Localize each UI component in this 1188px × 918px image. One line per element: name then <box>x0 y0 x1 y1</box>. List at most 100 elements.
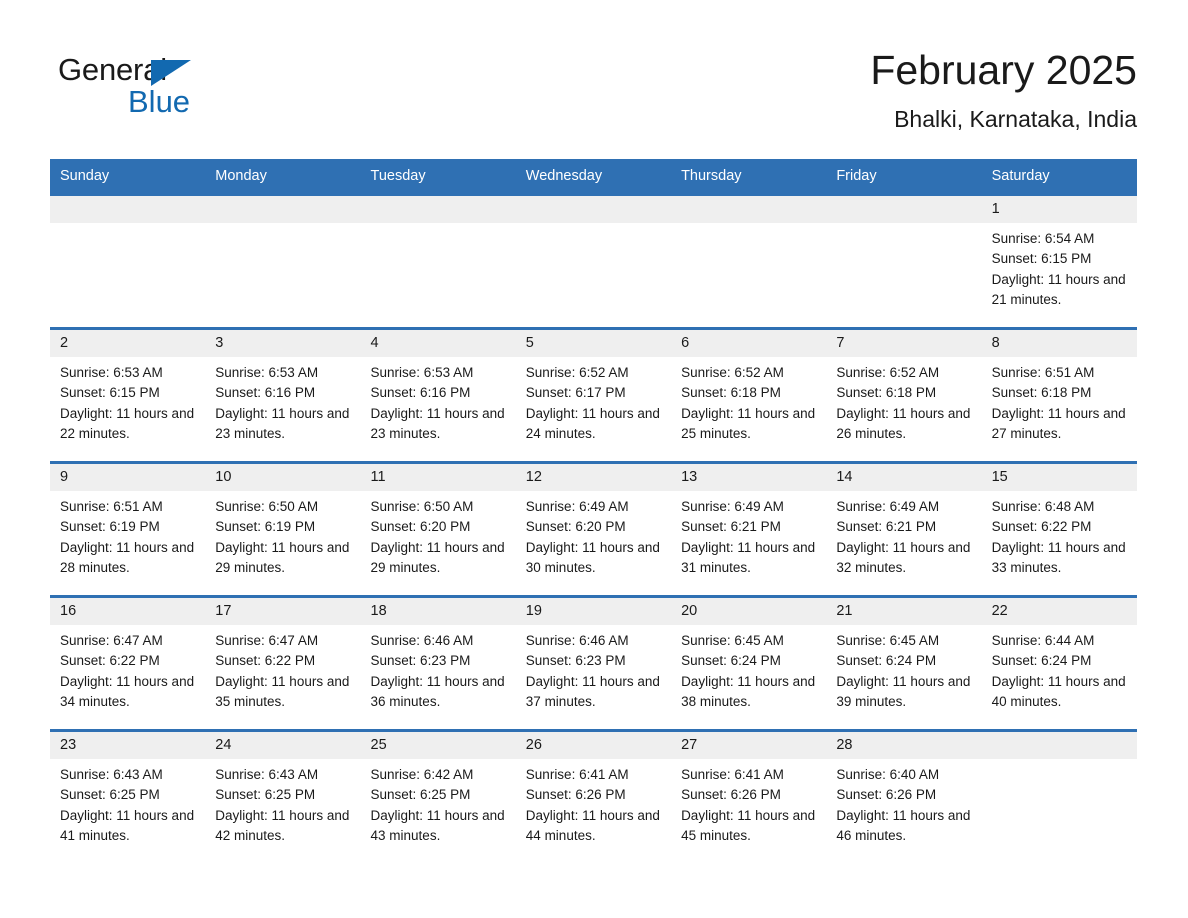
calendar-day-cell[interactable]: 10 Sunrise: 6:50 AM Sunset: 6:19 PM Dayligh… <box>205 464 361 595</box>
day-sun-info: Sunrise: 6:43 AM Sunset: 6:25 PM Daylight:… <box>50 759 205 846</box>
calendar-day-cell-empty <box>205 196 361 327</box>
calendar-day-cell[interactable]: 6 Sunrise: 6:52 AM Sunset: 6:18 PM Daylight… <box>671 330 827 461</box>
day-number-band <box>50 196 206 223</box>
sunrise-text: Sunrise: 6:49 AM <box>681 499 784 514</box>
sunrise-text: Sunrise: 6:50 AM <box>370 499 474 514</box>
calendar-day-cell[interactable]: 23 Sunrise: 6:43 AM Sunset: 6:25 PM Dayligh… <box>50 732 206 863</box>
calendar-grid: Sunday Monday Tuesday Wednesday Thursday… <box>50 159 1137 863</box>
calendar-day-cell[interactable]: 12 Sunrise: 6:49 AM Sunset: 6:20 PM Dayligh… <box>515 464 672 595</box>
calendar-day-cell[interactable]: 28 Sunrise: 6:40 AM Sunset: 6:26 PM Dayligh… <box>826 732 982 863</box>
calendar-day-cell[interactable]: 16 Sunrise: 6:47 AM Sunset: 6:22 PM Dayligh… <box>50 598 206 729</box>
sunrise-text: Sunrise: 6:47 AM <box>60 633 163 648</box>
calendar-week-row: 23 Sunrise: 6:43 AM Sunset: 6:25 PM Dayligh… <box>50 729 1137 863</box>
sunrise-text: Sunrise: 6:54 AM <box>991 231 1095 246</box>
calendar-day-cell[interactable]: 18 Sunrise: 6:46 AM Sunset: 6:23 PM Dayligh… <box>360 598 516 729</box>
calendar-day-cell[interactable]: 8 Sunrise: 6:51 AM Sunset: 6:18 PM Daylight… <box>981 330 1137 461</box>
weekday-header-saturday: Saturday <box>991 168 1050 184</box>
calendar-week-row: 9 Sunrise: 6:51 AM Sunset: 6:19 PM Daylight… <box>50 461 1137 595</box>
calendar-day-cell[interactable]: 19 Sunrise: 6:46 AM Sunset: 6:23 PM Dayligh… <box>515 598 672 729</box>
day-number-band: 17 <box>205 598 361 625</box>
sunset-text: Sunset: 6:20 PM <box>525 519 626 535</box>
day-sun-info: Sunrise: 6:48 AM Sunset: 6:22 PM Daylight:… <box>982 491 1137 578</box>
day-number-band: 5 <box>515 330 672 357</box>
calendar-day-cell[interactable]: 1 Sunrise: 6:54 AM Sunset: 6:15 PM Daylight… <box>981 196 1137 327</box>
day-number: 24 <box>215 737 232 753</box>
daylight-text: Daylight: 11 hours and 34 minutes. <box>60 673 195 709</box>
calendar-day-cell[interactable]: 21 Sunrise: 6:45 AM Sunset: 6:24 PM Dayligh… <box>826 598 982 729</box>
calendar-day-cell[interactable]: 11 Sunrise: 6:50 AM Sunset: 6:20 PM Dayligh… <box>360 464 516 595</box>
sunrise-text: Sunrise: 6:43 AM <box>215 767 319 782</box>
weekday-header-friday: Friday <box>836 168 877 184</box>
calendar-day-cell[interactable]: 4 Sunrise: 6:53 AM Sunset: 6:16 PM Daylight… <box>360 330 516 461</box>
day-number-band: 12 <box>515 464 672 491</box>
daylight-text: Daylight: 11 hours and 26 minutes. <box>836 405 971 441</box>
day-number-band: 1 <box>981 196 1137 223</box>
calendar-day-cell[interactable]: 3 Sunrise: 6:53 AM Sunset: 6:16 PM Daylight… <box>205 330 361 461</box>
calendar-day-cell[interactable]: 13 Sunrise: 6:49 AM Sunset: 6:21 PM Dayligh… <box>671 464 827 595</box>
calendar-day-cell[interactable]: 27 Sunrise: 6:41 AM Sunset: 6:26 PM Dayligh… <box>671 732 827 863</box>
day-sun-info: Sunrise: 6:42 AM Sunset: 6:25 PM Daylight:… <box>361 759 516 846</box>
day-sun-info: Sunrise: 6:47 AM Sunset: 6:22 PM Daylight:… <box>50 625 205 712</box>
sunrise-text: Sunrise: 6:52 AM <box>681 365 784 380</box>
sunset-text: Sunset: 6:26 PM <box>525 787 626 803</box>
day-sun-info: Sunrise: 6:47 AM Sunset: 6:22 PM Daylight:… <box>205 625 360 712</box>
daylight-text: Daylight: 11 hours and 36 minutes. <box>370 673 505 709</box>
daylight-text: Daylight: 11 hours and 24 minutes. <box>525 405 660 441</box>
calendar-day-cell[interactable]: 22 Sunrise: 6:44 AM Sunset: 6:24 PM Dayligh… <box>981 598 1137 729</box>
day-sun-info: Sunrise: 6:44 AM Sunset: 6:24 PM Daylight:… <box>982 625 1137 712</box>
day-number-band: 14 <box>826 464 982 491</box>
day-number-band: 2 <box>50 330 206 357</box>
day-sun-info: Sunrise: 6:51 AM Sunset: 6:19 PM Daylight:… <box>50 491 205 578</box>
calendar-day-cell[interactable]: 2 Sunrise: 6:53 AM Sunset: 6:15 PM Daylight… <box>50 330 206 461</box>
calendar-day-cell[interactable]: 5 Sunrise: 6:52 AM Sunset: 6:17 PM Daylight… <box>515 330 672 461</box>
sunset-text: Sunset: 6:24 PM <box>836 653 937 669</box>
sunset-text: Sunset: 6:24 PM <box>681 653 781 669</box>
calendar-day-cell[interactable]: 25 Sunrise: 6:42 AM Sunset: 6:25 PM Dayligh… <box>360 732 516 863</box>
calendar-day-cell[interactable]: 14 Sunrise: 6:49 AM Sunset: 6:21 PM Dayligh… <box>826 464 982 595</box>
daylight-text: Daylight: 11 hours and 25 minutes. <box>681 405 816 441</box>
sunset-text: Sunset: 6:22 PM <box>60 653 160 669</box>
day-sun-info: Sunrise: 6:40 AM Sunset: 6:26 PM Daylight:… <box>826 759 981 846</box>
day-sun-info: Sunrise: 6:52 AM Sunset: 6:18 PM Daylight:… <box>826 357 981 444</box>
daylight-text: Daylight: 11 hours and 29 minutes. <box>370 539 505 575</box>
sunset-text: Sunset: 6:26 PM <box>681 787 781 803</box>
day-number: 3 <box>215 335 224 351</box>
day-number-band: 9 <box>50 464 206 491</box>
day-number: 8 <box>991 335 1000 351</box>
day-number: 18 <box>370 603 387 619</box>
sunset-text: Sunset: 6:21 PM <box>681 519 781 535</box>
daylight-text: Daylight: 11 hours and 45 minutes. <box>681 807 816 843</box>
day-number-band: 26 <box>515 732 672 759</box>
day-sun-info: Sunrise: 6:49 AM Sunset: 6:21 PM Daylight:… <box>826 491 981 578</box>
sunrise-text: Sunrise: 6:46 AM <box>370 633 474 648</box>
daylight-text: Daylight: 11 hours and 42 minutes. <box>215 807 350 843</box>
calendar-day-cell[interactable]: 20 Sunrise: 6:45 AM Sunset: 6:24 PM Dayligh… <box>671 598 827 729</box>
day-sun-info: Sunrise: 6:43 AM Sunset: 6:25 PM Daylight:… <box>205 759 360 846</box>
calendar-day-cell[interactable]: 24 Sunrise: 6:43 AM Sunset: 6:25 PM Dayligh… <box>205 732 361 863</box>
daylight-text: Daylight: 11 hours and 35 minutes. <box>215 673 350 709</box>
day-number-band: 8 <box>981 330 1137 357</box>
calendar-day-cell[interactable]: 17 Sunrise: 6:47 AM Sunset: 6:22 PM Dayligh… <box>205 598 361 729</box>
calendar-day-cell[interactable]: 9 Sunrise: 6:51 AM Sunset: 6:19 PM Daylight… <box>50 464 206 595</box>
sunset-text: Sunset: 6:18 PM <box>991 385 1092 401</box>
sunrise-text: Sunrise: 6:49 AM <box>525 499 629 514</box>
day-number-band: 13 <box>671 464 827 491</box>
day-sun-info: Sunrise: 6:50 AM Sunset: 6:19 PM Daylight:… <box>205 491 360 578</box>
day-number-band: 25 <box>360 732 516 759</box>
day-number: 23 <box>60 737 77 753</box>
weekday-header-wednesday: Wednesday <box>525 168 603 184</box>
calendar-day-cell[interactable]: 26 Sunrise: 6:41 AM Sunset: 6:26 PM Dayligh… <box>515 732 672 863</box>
calendar-day-cell[interactable]: 15 Sunrise: 6:48 AM Sunset: 6:22 PM Dayligh… <box>981 464 1137 595</box>
sunset-text: Sunset: 6:25 PM <box>215 787 316 803</box>
sunrise-text: Sunrise: 6:41 AM <box>681 767 784 782</box>
sunrise-text: Sunrise: 6:48 AM <box>991 499 1095 514</box>
sunrise-text: Sunrise: 6:47 AM <box>215 633 319 648</box>
day-number-band: 28 <box>826 732 982 759</box>
general-blue-logo[interactable]: General Blue <box>50 52 230 128</box>
calendar-day-cell[interactable]: 7 Sunrise: 6:52 AM Sunset: 6:18 PM Daylight… <box>826 330 982 461</box>
day-number: 6 <box>681 335 690 351</box>
day-number-band: 15 <box>981 464 1137 491</box>
day-number-band <box>671 196 827 223</box>
sunset-text: Sunset: 6:17 PM <box>525 385 626 401</box>
sunset-text: Sunset: 6:21 PM <box>836 519 937 535</box>
